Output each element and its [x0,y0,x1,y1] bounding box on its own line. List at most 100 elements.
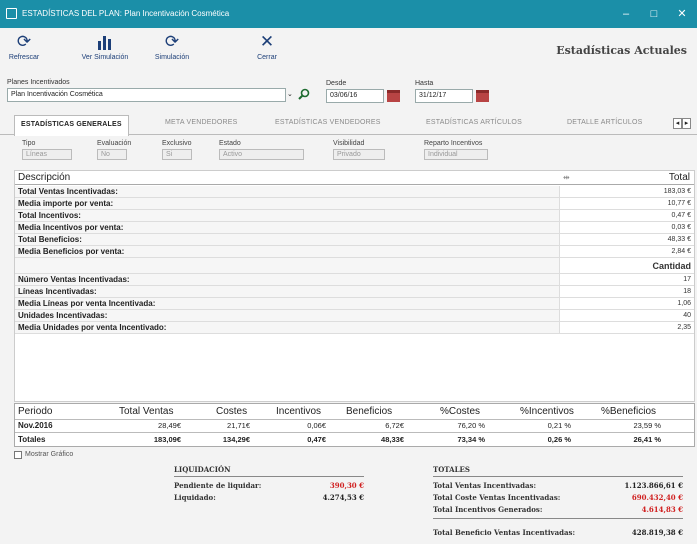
view-simulation-button[interactable]: Ver Simulación [79,30,131,61]
quantity-header: Cantidad [652,261,691,271]
prop-label: Visibilidad [333,140,365,147]
prop-label: Reparto Incentivos [424,140,483,147]
filter-bar: Planes Incentivados Plan Incentivación C… [0,68,697,110]
prop-value: Privado [333,149,385,160]
period-cell: 6,72€ [385,421,404,430]
minimize-button[interactable]: – [614,5,638,23]
plan-properties: Tipo Líneas Evaluación No Exclusivo Si E… [0,136,697,168]
show-chart-checkbox[interactable] [14,451,22,459]
window-title: ESTADÍSTICAS DEL PLAN: Plan Incentivació… [22,9,230,18]
totals-cell: Totales [18,435,46,444]
from-label: Desde [326,80,347,87]
prop-value: No [97,149,127,160]
plan-select[interactable]: Plan Incentivación Cosmética [7,88,286,102]
simulate-button[interactable]: ⟳ Simulación [152,30,192,61]
bar-chart-icon [79,30,131,54]
stats-row[interactable]: Número Ventas Incentivadas: 17 [15,274,694,286]
totals-cell: 48,33€ [381,435,404,444]
calendar-icon[interactable] [387,90,400,102]
stats-row[interactable]: Media Beneficios por venta: 2,84 € [15,246,694,258]
totals-cell: 0,47€ [307,435,326,444]
show-chart-label[interactable]: Mostrar Gráfico [25,451,73,458]
column-resize-handle[interactable]: ⇹ [563,173,570,182]
period-cell: 0,06€ [307,421,326,430]
stats-row[interactable]: Media Incentivos por venta: 0,03 € [15,222,694,234]
page-title: Estadísticas Actuales [556,44,687,57]
totals-cell: 134,29€ [222,435,250,444]
prop-label: Exclusivo [162,140,192,147]
prop-label: Tipo [22,140,36,147]
chevron-down-icon[interactable]: ⌄ [287,90,293,98]
totals-label: Total Ventas Incentivadas: [433,481,537,490]
to-label: Hasta [415,80,434,87]
col-incentivos[interactable]: Incentivos [276,406,321,417]
settled-value: 4.274,53 € [322,493,364,502]
totals-label: Total Incentivos Generados: [433,505,543,514]
stats-row[interactable]: Media importe por venta: 10,77 € [15,198,694,210]
totals-label: Total Coste Ventas Incentivadas: [433,493,561,502]
stats-row[interactable]: Media Unidades por venta Incentivado: 2,3… [15,322,694,334]
col-costes[interactable]: Costes [216,406,247,417]
from-date-input[interactable]: 03/06/16 [326,89,384,103]
period-cell: 21,71€ [227,421,250,430]
tab-estadisticas-articulos[interactable]: ESTADÍSTICAS ARTÍCULOS [426,119,522,126]
col-pct-beneficios[interactable]: %Beneficios [601,406,656,417]
plan-label: Planes Incentivados [7,79,70,86]
refresh-icon: ⟳ [164,32,180,51]
stats-row[interactable]: Total Incentivos: 0,47 € [15,210,694,222]
chevron-right-icon[interactable]: ▸ [682,118,691,129]
col-description[interactable]: Descripción [18,172,70,183]
search-icon[interactable] [298,88,310,100]
tab-detalle-articulos[interactable]: DETALLE ARTÍCULOS [567,119,643,126]
col-pct-incentivos[interactable]: %Incentivos [520,406,574,417]
totals-title: TOTALES [433,465,470,474]
liquidation-title: LIQUIDACIÓN [174,465,231,474]
tab-estadisticas-generales[interactable]: ESTADÍSTICAS GENERALES [14,115,129,136]
profit-label: Total Beneficio Ventas Incentivadas: [433,528,576,537]
col-total-ventas[interactable]: Total Ventas [119,406,173,417]
totals-cell: 0,26 % [547,435,571,444]
prop-value: Individual [424,149,488,160]
stats-row[interactable]: Total Ventas Incentivadas: 183,03 € [15,186,694,198]
chevron-left-icon[interactable]: ◂ [673,118,682,129]
prop-value: Líneas [22,149,72,160]
period-cell: 76,20 % [457,421,485,430]
prop-label: Estado [219,140,241,147]
to-date-input[interactable]: 31/12/17 [415,89,473,103]
stats-row[interactable]: Total Beneficios: 48,33 € [15,234,694,246]
calendar-icon[interactable] [476,90,489,102]
totals-cell: 73,34 % [457,435,485,444]
profit-value: 428.819,38 € [631,528,683,537]
tab-meta-vendedores[interactable]: META VENDEDORES [165,119,238,126]
period-cell: 28,49€ [158,421,181,430]
tab-scroll[interactable]: ◂ ▸ [673,118,691,129]
maximize-button[interactable]: □ [642,5,666,23]
close-window-button[interactable]: ✕ [670,5,694,23]
stats-row[interactable]: Unidades Incentivadas: 40 [15,310,694,322]
stats-row[interactable]: Media Líneas por venta Incentivada: 1,06 [15,298,694,310]
prop-label: Evaluación [97,140,132,147]
pending-value: 390,30 € [329,481,364,490]
period-cell: 23,59 % [633,421,661,430]
tab-bar: ESTADÍSTICAS GENERALES META VENDEDORES E… [0,113,697,136]
settled-label: Liquidado: [174,493,216,502]
pending-label: Pendiente de liquidar: [174,481,262,490]
title-bar: ESTADÍSTICAS DEL PLAN: Plan Incentivació… [0,0,697,28]
col-beneficios[interactable]: Beneficios [346,406,392,417]
period-cell: 0,21 % [547,421,571,430]
stats-grid: Descripción ⇹ Total Total Ventas Incenti… [14,170,695,402]
tab-estadisticas-vendedores[interactable]: ESTADÍSTICAS VENDEDORES [275,119,381,126]
refresh-button[interactable]: ⟳ Refrescar [8,30,40,61]
stats-row[interactable]: Líneas Incentivadas: 18 [15,286,694,298]
col-pct-costes[interactable]: %Costes [440,406,480,417]
period-table: Periodo Total Ventas Costes Incentivos B… [14,403,695,447]
totals-value: 1.123.866,61 € [624,481,683,490]
totals-cell: 183,09€ [153,435,181,444]
prop-value: Si [162,149,192,160]
totals-cell: 26,41 % [633,435,661,444]
col-total[interactable]: Total [669,172,690,183]
totals-value: 690.432,40 € [631,493,683,502]
close-button[interactable]: ✕ Cerrar [251,30,283,61]
close-icon: ✕ [259,32,275,51]
col-periodo[interactable]: Periodo [18,406,52,417]
